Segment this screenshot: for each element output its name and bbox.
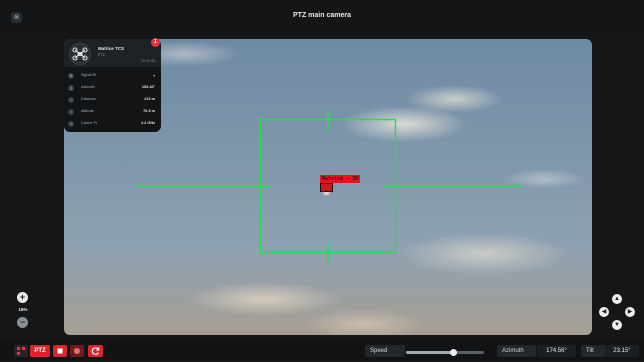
drone-icon — [320, 183, 333, 196]
info-row-azimuth: ◬ Azimuth 103.16° — [64, 83, 161, 94]
info-label: Carrier Fr — [81, 121, 98, 125]
info-row-signal[interactable]: ≋ Signal RI ▾ — [64, 71, 161, 82]
target-name: Matrice TCS — [98, 46, 125, 51]
title-bar: ⊗ PTZ main camera — [0, 0, 644, 34]
camera-grid-icon — [17, 347, 25, 355]
tilt-value[interactable]: 23.15° — [605, 345, 639, 357]
target-card-header: Matrice TCS PTZ 12:47:33 — [64, 39, 161, 67]
alert-badge[interactable]: 1 — [151, 38, 160, 47]
target-time: 12:47:33 — [141, 59, 155, 63]
record-button[interactable] — [70, 345, 84, 357]
zoom-control: + 16% − — [15, 289, 31, 331]
drone-logo-icon — [69, 43, 91, 65]
stop-button[interactable] — [53, 345, 67, 357]
info-value: 103.16° — [141, 85, 155, 89]
distance-icon: ↔ — [68, 97, 74, 103]
refresh-icon — [91, 347, 100, 355]
drone-glyph — [322, 191, 331, 196]
info-label: Signal RI — [81, 73, 97, 77]
tracked-target-label[interactable]: Matrice - 30 — [320, 175, 361, 183]
info-label: Distance — [81, 97, 96, 101]
target-type: PTZ — [98, 53, 105, 57]
frequency-icon: ∿ — [68, 121, 74, 127]
info-value: 76.3 m — [143, 109, 155, 113]
info-label: Altitude — [81, 109, 94, 113]
azimuth-value[interactable]: 174.56° — [537, 345, 576, 357]
info-value: 213 m — [144, 97, 155, 101]
record-icon — [74, 348, 80, 354]
ptz-button[interactable]: PTZ — [30, 345, 50, 357]
info-value: 2.4 GHz — [141, 121, 155, 125]
drone-logo-glyph — [72, 47, 88, 61]
info-row-frequency: ∿ Carrier Fr 2.4 GHz — [64, 119, 161, 130]
azimuth-icon: ◬ — [68, 85, 74, 91]
chevron-down-icon[interactable]: ▾ — [153, 73, 155, 78]
zoom-out-button[interactable]: − — [17, 317, 28, 328]
speed-slider[interactable] — [406, 349, 484, 356]
zoom-in-button[interactable]: + — [17, 292, 28, 303]
target-card-details: ≋ Signal RI ▾ ◬ Azimuth 103.16° ↔ Distan… — [64, 67, 161, 132]
target-info-card[interactable]: Matrice TCS PTZ 12:47:33 ≋ Signal RI ▾ ◬… — [64, 39, 161, 132]
camera-mode-button[interactable] — [14, 345, 28, 357]
azimuth-label: Azimuth — [497, 345, 536, 357]
altitude-icon: ↕ — [68, 109, 74, 115]
info-label: Azimuth — [81, 85, 95, 89]
chevron-down-icon[interactable]: ▼ — [612, 320, 622, 330]
chevron-left-icon[interactable]: ◀ — [599, 307, 609, 317]
pan-tilt-dpad: ▲ ◀ ▶ ▼ — [599, 294, 635, 330]
speed-slider-fill — [406, 351, 453, 354]
speed-slider-thumb[interactable] — [449, 349, 457, 356]
info-row-distance: ↔ Distance 213 m — [64, 95, 161, 106]
stop-icon — [57, 348, 63, 354]
refresh-button[interactable] — [88, 345, 103, 357]
chevron-up-icon[interactable]: ▲ — [612, 294, 622, 304]
tilt-label: Tilt — [581, 345, 605, 357]
window-title: PTZ main camera — [293, 12, 351, 19]
info-row-altitude: ↕ Altitude 76.3 m — [64, 107, 161, 118]
signal-icon: ≋ — [68, 73, 74, 79]
speed-label: Speed — [365, 345, 405, 357]
chevron-right-icon[interactable]: ▶ — [625, 307, 635, 317]
zoom-level: 16% — [18, 307, 28, 312]
